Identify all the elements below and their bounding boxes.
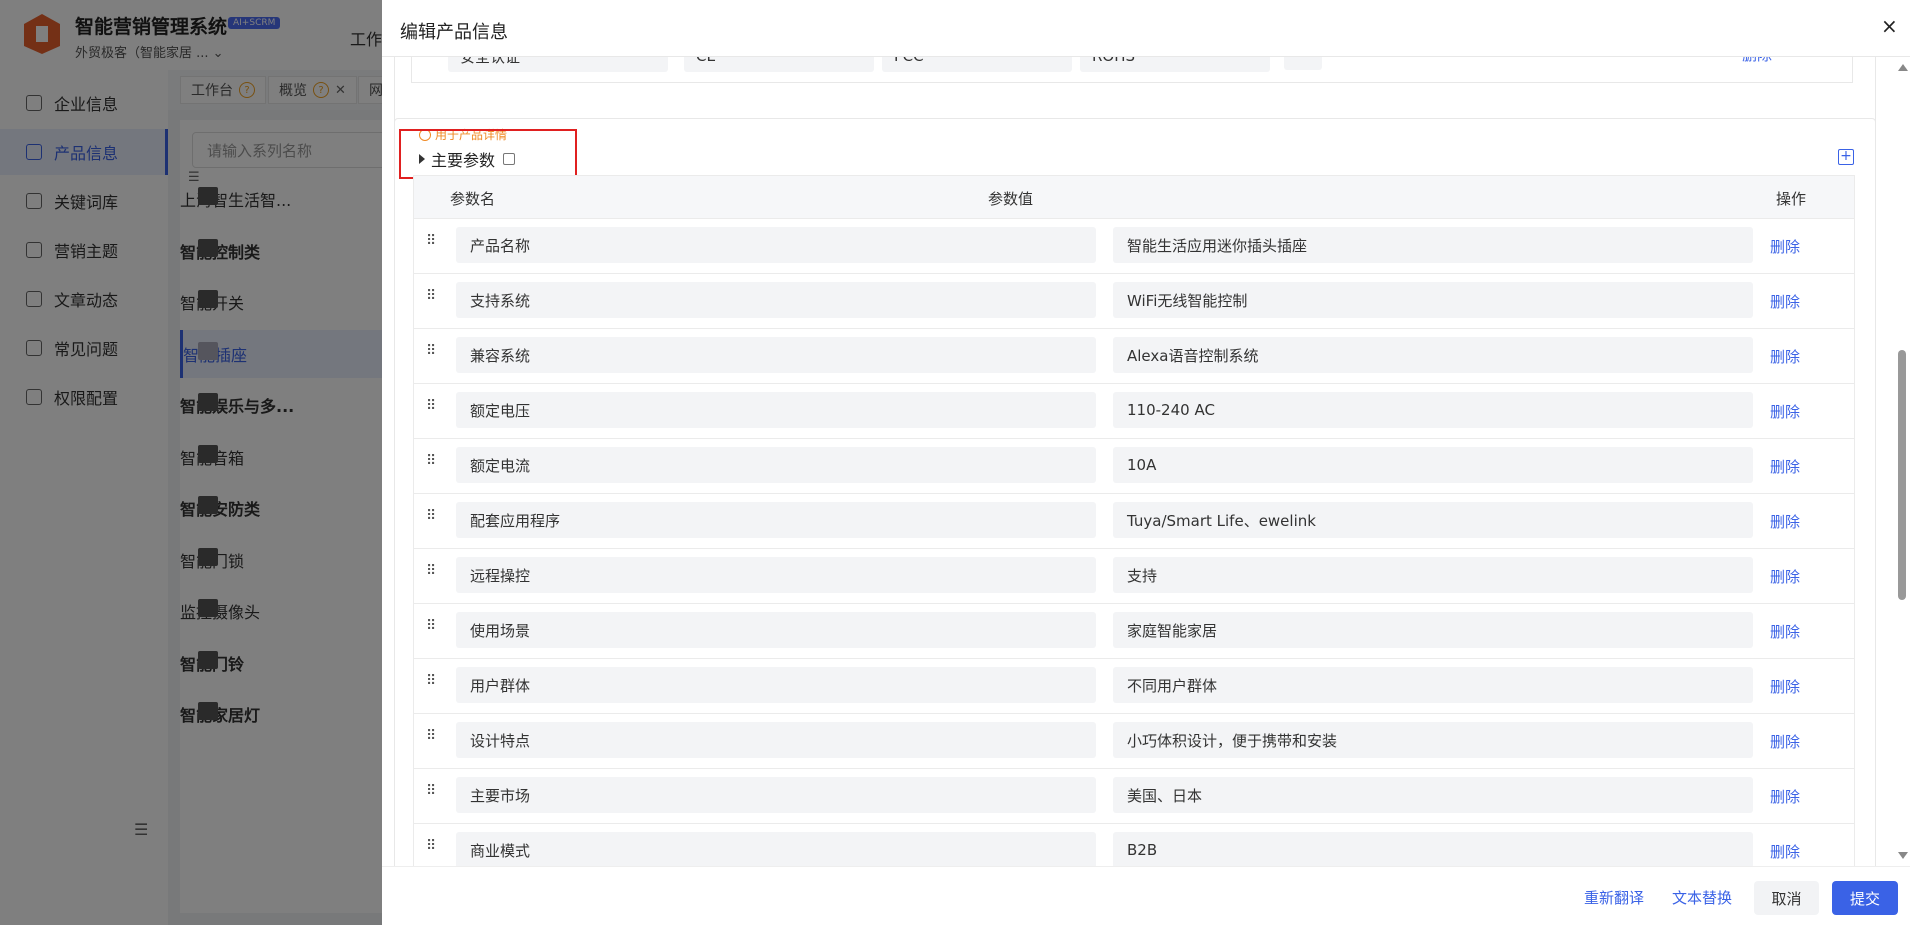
param-name-field[interactable]: 产品名称 xyxy=(456,227,1096,263)
table-row: ⠿ 设计特点 小巧体积设计，便于携带和安装 删除 xyxy=(413,714,1855,769)
delete-link[interactable]: 删除 xyxy=(1770,731,1800,752)
column-header-value: 参数值 xyxy=(988,190,1034,208)
edit-product-drawer: 编辑产品信息 × ⠿ 安全认证 CE FCC ROHS 删除 用于产品详 xyxy=(382,0,1910,926)
param-value-field[interactable]: 不同用户群体 xyxy=(1113,667,1753,703)
table-row: ⠿ 支持系统 WiFi无线智能控制 删除 xyxy=(413,274,1855,329)
table-row: ⠿ 配套应用程序 Tuya/Smart Life、ewelink 删除 xyxy=(413,494,1855,549)
table-body: ⠿ 产品名称 智能生活应用迷你插头插座 删除 ⠿ 支持系统 WiFi无线智能控制 删除 ⠿ 兼容系… xyxy=(413,219,1855,866)
param-name-field[interactable]: 支持系统 xyxy=(456,282,1096,318)
drawer-header: 编辑产品信息 × xyxy=(382,0,1910,57)
table-row: ⠿ 远程操控 支持 删除 xyxy=(413,549,1855,604)
table-row: ⠿ 额定电压 110-240 AC 删除 xyxy=(413,384,1855,439)
cert-value-field[interactable]: CE xyxy=(684,56,874,72)
delete-link[interactable]: 删除 xyxy=(1770,346,1800,367)
delete-link[interactable]: 删除 xyxy=(1770,401,1800,422)
drag-handle-icon[interactable]: ⠿ xyxy=(426,454,436,468)
drawer-body: ⠿ 安全认证 CE FCC ROHS 删除 用于产品详情 主要参数 xyxy=(382,56,1892,866)
delete-link[interactable]: 删除 xyxy=(1770,456,1800,477)
param-name-field[interactable]: 使用场景 xyxy=(456,612,1096,648)
delete-link[interactable]: 删除 xyxy=(1770,511,1800,532)
param-value-field[interactable]: 智能生活应用迷你插头插座 xyxy=(1113,227,1753,263)
delete-link[interactable]: 删除 xyxy=(1770,841,1800,862)
scroll-down-icon[interactable] xyxy=(1898,852,1908,859)
table-row: ⠿ 额定电流 10A 删除 xyxy=(413,439,1855,494)
param-name-field[interactable]: 用户群体 xyxy=(456,667,1096,703)
delete-link[interactable]: 删除 xyxy=(1770,236,1800,257)
table-row: ⠿ 用户群体 不同用户群体 删除 xyxy=(413,659,1855,714)
drag-handle-icon[interactable]: ⠿ xyxy=(426,784,436,798)
param-value-field[interactable]: 支持 xyxy=(1113,557,1753,593)
delete-link[interactable]: 删除 xyxy=(1770,291,1800,312)
drag-handle-icon[interactable]: ⠿ xyxy=(426,234,436,248)
param-value-field[interactable]: 10A xyxy=(1113,447,1753,483)
drag-handle-icon[interactable]: ⠿ xyxy=(426,564,436,578)
replace-text-button[interactable]: 文本替换 xyxy=(1672,887,1732,908)
param-value-field[interactable]: Tuya/Smart Life、ewelink xyxy=(1113,502,1753,538)
scrollbar[interactable] xyxy=(1894,56,1910,866)
cancel-button[interactable]: 取消 xyxy=(1754,881,1819,915)
add-param-button[interactable]: + xyxy=(1838,149,1854,165)
table-row: ⠿ 兼容系统 Alexa语音控制系统 删除 xyxy=(413,329,1855,384)
param-value-field[interactable]: 110-240 AC xyxy=(1113,392,1753,428)
param-name-field[interactable]: 主要市场 xyxy=(456,777,1096,813)
delete-link[interactable]: 删除 xyxy=(1770,621,1800,642)
params-table: 参数名 参数值 操作 ⠿ 产品名称 智能生活应用迷你插头插座 删除 ⠿ 支持系统 WiFi无… xyxy=(413,175,1855,866)
drawer-footer: 重新翻译 文本替换 取消 提交 xyxy=(382,866,1910,926)
param-value-field[interactable]: 家庭智能家居 xyxy=(1113,612,1753,648)
scroll-up-icon[interactable] xyxy=(1898,64,1908,71)
table-row: ⠿ 商业模式 B2B 删除 xyxy=(413,824,1855,866)
drag-handle-icon[interactable]: ⠿ xyxy=(426,399,436,413)
param-name-field[interactable]: 商业模式 xyxy=(456,832,1096,866)
table-row: ⠿ 主要市场 美国、日本 删除 xyxy=(413,769,1855,824)
param-name-field[interactable]: 额定电压 xyxy=(456,392,1096,428)
delete-link[interactable]: 删除 xyxy=(1770,786,1800,807)
column-header-name: 参数名 xyxy=(450,190,496,208)
scrollbar-thumb[interactable] xyxy=(1898,350,1906,600)
param-value-field[interactable]: WiFi无线智能控制 xyxy=(1113,282,1753,318)
cert-name-field[interactable]: 安全认证 xyxy=(448,56,668,72)
drag-handle-icon[interactable]: ⠿ xyxy=(426,619,436,633)
param-value-field[interactable]: Alexa语音控制系统 xyxy=(1113,337,1753,373)
cert-value-field[interactable]: FCC xyxy=(882,56,1072,72)
main-params-section: 用于产品详情 主要参数 + 参数名 参数值 操作 ⠿ 产品名称 智能生活应用迷你插头… xyxy=(394,118,1876,866)
column-header-action: 操作 xyxy=(1776,190,1807,208)
drag-handle-icon[interactable]: ⠿ xyxy=(426,289,436,303)
delete-link[interactable]: 删除 xyxy=(1742,56,1772,65)
param-name-field[interactable]: 设计特点 xyxy=(456,722,1096,758)
highlight-box xyxy=(399,129,577,179)
close-icon[interactable]: × xyxy=(1881,16,1898,36)
table-row: ⠿ 使用场景 家庭智能家居 删除 xyxy=(413,604,1855,659)
param-value-field[interactable]: 小巧体积设计，便于携带和安装 xyxy=(1113,722,1753,758)
drag-handle-icon[interactable]: ⠿ xyxy=(426,839,436,853)
param-name-field[interactable]: 额定电流 xyxy=(456,447,1096,483)
param-name-field[interactable]: 配套应用程序 xyxy=(456,502,1096,538)
cert-value-field[interactable]: ROHS xyxy=(1080,56,1270,72)
param-value-field[interactable]: B2B xyxy=(1113,832,1753,866)
add-value-button[interactable] xyxy=(1284,56,1322,70)
retranslate-button[interactable]: 重新翻译 xyxy=(1584,887,1644,908)
drag-handle-icon[interactable]: ⠿ xyxy=(426,344,436,358)
drag-handle-icon[interactable]: ⠿ xyxy=(426,729,436,743)
drag-handle-icon[interactable]: ⠿ xyxy=(426,509,436,523)
drawer-title: 编辑产品信息 xyxy=(400,22,508,43)
submit-button[interactable]: 提交 xyxy=(1832,881,1898,915)
table-row: ⠿ 产品名称 智能生活应用迷你插头插座 删除 xyxy=(413,219,1855,274)
drag-handle-icon[interactable]: ⠿ xyxy=(426,674,436,688)
table-header: 参数名 参数值 操作 xyxy=(413,175,1855,219)
param-value-field[interactable]: 美国、日本 xyxy=(1113,777,1753,813)
param-name-field[interactable]: 远程操控 xyxy=(456,557,1096,593)
certification-table: ⠿ 安全认证 CE FCC ROHS 删除 xyxy=(411,56,1853,83)
delete-link[interactable]: 删除 xyxy=(1770,676,1800,697)
delete-link[interactable]: 删除 xyxy=(1770,566,1800,587)
param-name-field[interactable]: 兼容系统 xyxy=(456,337,1096,373)
table-row: ⠿ 安全认证 CE FCC ROHS 删除 xyxy=(412,56,1852,72)
